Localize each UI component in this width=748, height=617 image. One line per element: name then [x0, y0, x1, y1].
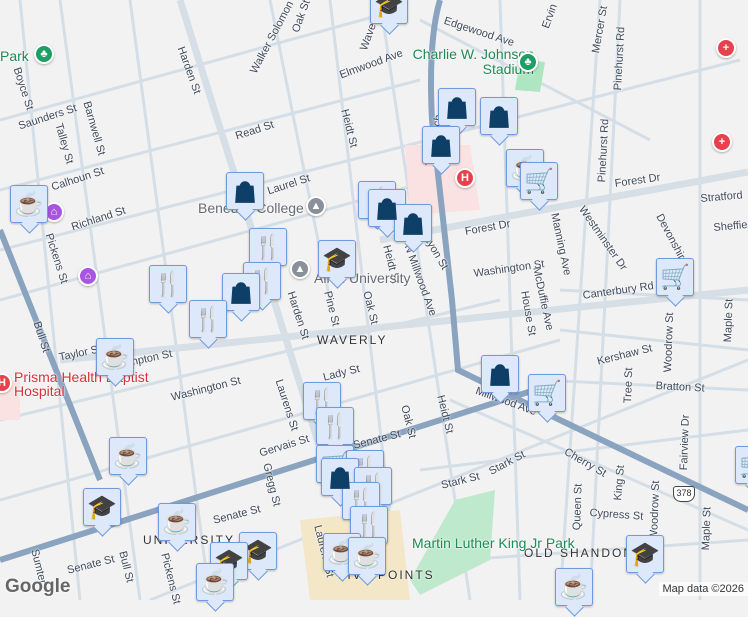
street-label: Tree St: [622, 367, 635, 403]
grocery-marker[interactable]: 🛒: [656, 258, 694, 296]
shopping-bag-icon: [486, 103, 512, 129]
coffee-marker[interactable]: ☕: [109, 437, 147, 475]
grocery-marker[interactable]: 🛒: [735, 446, 748, 484]
coffee-cup-icon: ☕: [100, 343, 130, 372]
grocery-marker[interactable]: 🛒: [528, 374, 566, 412]
coffee-marker[interactable]: ☕: [96, 338, 134, 376]
restaurant-marker[interactable]: 🍴: [249, 228, 287, 266]
fork-knife-icon: 🍴: [320, 412, 350, 441]
school-marker[interactable]: 🎓: [626, 535, 664, 573]
graduation-cap-icon: 🎓: [322, 245, 352, 274]
medical-icon[interactable]: +: [716, 38, 736, 58]
neighborhood-label: WAVERLY: [317, 333, 387, 347]
coffee-cup-icon: ☕: [352, 542, 382, 571]
graduation-cap-icon: 🎓: [87, 493, 117, 522]
school-marker[interactable]: 🎓: [83, 488, 121, 526]
coffee-cup-icon: ☕: [162, 508, 192, 537]
fork-knife-icon: 🍴: [153, 270, 183, 299]
street-label: Fairview Dr: [678, 414, 692, 470]
shopping-marker[interactable]: [226, 172, 264, 210]
restaurant-marker[interactable]: 🍴: [189, 300, 227, 338]
stadium-icon[interactable]: ♣: [518, 52, 538, 72]
street-label: Maple St: [722, 299, 736, 343]
street-label: Woodrow St: [662, 312, 676, 372]
coffee-marker[interactable]: ☕: [348, 537, 386, 575]
coffee-cup-icon: ☕: [14, 190, 44, 219]
coffee-cup-icon: ☕: [200, 568, 230, 597]
graduation-cap-icon: 🎓: [374, 0, 404, 20]
street-label: Maple St: [700, 507, 714, 551]
school-marker[interactable]: 🎓: [370, 0, 408, 24]
coffee-marker[interactable]: ☕: [555, 568, 593, 606]
shopping-cart-icon: 🛒: [524, 167, 554, 196]
shopping-cart-icon: 🛒: [532, 379, 562, 408]
shopping-marker[interactable]: [394, 204, 432, 242]
shopping-marker[interactable]: [438, 88, 476, 126]
street-label: Woodrow St: [648, 480, 662, 540]
place-label-park[interactable]: Park: [0, 48, 29, 64]
school-marker[interactable]: 🎓: [318, 240, 356, 278]
fork-knife-icon: 🍴: [253, 233, 283, 262]
shopping-bag-icon: [428, 132, 454, 158]
coffee-marker[interactable]: ☕: [10, 185, 48, 223]
route-shield: 378: [673, 486, 695, 502]
school-icon[interactable]: ▲: [306, 196, 326, 216]
coffee-cup-icon: ☕: [559, 573, 589, 602]
coffee-marker[interactable]: ☕: [158, 503, 196, 541]
hospital-icon[interactable]: H: [455, 168, 475, 188]
shopping-bag-icon: [444, 94, 470, 120]
street-label: Bratton St: [655, 380, 704, 395]
school-icon[interactable]: ▲: [290, 259, 310, 279]
shopping-marker[interactable]: [481, 355, 519, 393]
map-attribution[interactable]: Map data ©2026: [659, 582, 748, 596]
place-label-mlk-park[interactable]: Martin Luther King Jr Park: [412, 536, 575, 550]
street-label: Queen St: [571, 484, 585, 531]
shopping-cart-icon: 🛒: [660, 263, 690, 292]
shopping-bag-icon: [327, 464, 353, 490]
shopping-cart-icon: 🛒: [739, 451, 748, 480]
medical-icon[interactable]: +: [712, 132, 732, 152]
shopping-bag-icon: [487, 361, 513, 387]
park-icon[interactable]: ♣: [34, 44, 54, 64]
shopping-bag-icon: [232, 178, 258, 204]
google-logo: Google: [5, 576, 70, 598]
restaurant-marker[interactable]: 🍴: [149, 265, 187, 303]
grocery-marker[interactable]: 🛒: [520, 162, 558, 200]
shopping-marker[interactable]: [422, 126, 460, 164]
graduation-cap-icon: 🎓: [630, 540, 660, 569]
shopping-marker[interactable]: [480, 97, 518, 135]
shopping-bag-icon: [228, 279, 254, 305]
shopping-bag-icon: [400, 210, 426, 236]
restaurant-marker[interactable]: 🍴: [316, 407, 354, 445]
coffee-cup-icon: ☕: [113, 442, 143, 471]
shopping-bag-icon: [374, 195, 400, 221]
place-label-stadium[interactable]: Charlie W. Johnson Stadium: [404, 47, 534, 77]
museum-icon[interactable]: ⌂: [78, 266, 98, 286]
fork-knife-icon: 🍴: [193, 305, 223, 334]
shopping-marker[interactable]: [222, 273, 260, 311]
coffee-marker[interactable]: ☕: [196, 563, 234, 601]
